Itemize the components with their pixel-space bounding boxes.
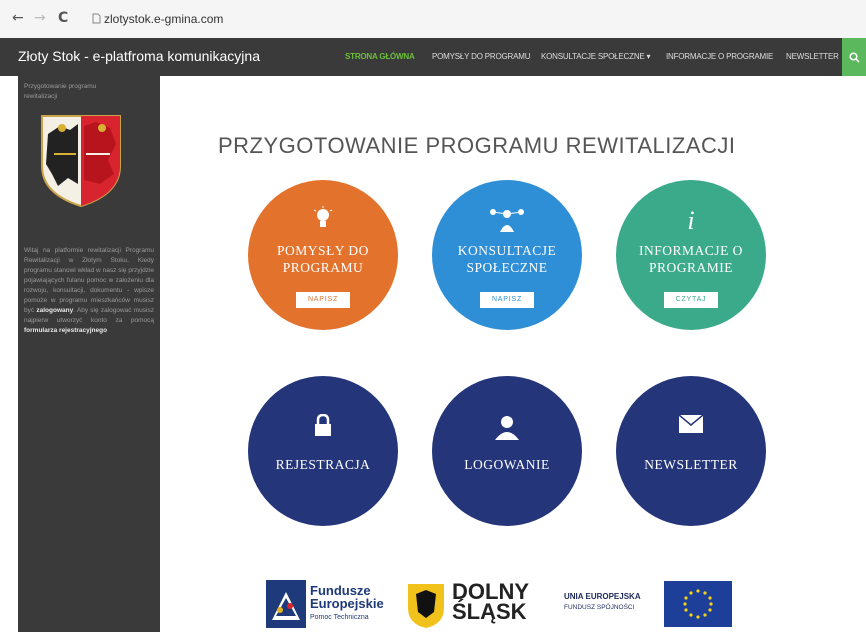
tile-consultations[interactable]: KONSULTACJE SPOŁECZNE NAPISZ — [432, 180, 582, 330]
site-title[interactable]: Złoty Stok - e-platfroma komunikacyjna — [18, 48, 260, 64]
registration-form-link[interactable]: formularza rejestracyjnego — [24, 327, 107, 334]
tile-ideas-button[interactable]: NAPISZ — [296, 292, 350, 308]
tile-program-info-label: INFORMACJE O PROGRAMIE — [639, 243, 743, 275]
main-content: PRZYGOTOWANIE PROGRAMU REWITALIZACJI POM… — [160, 76, 866, 632]
page-title: PRZYGOTOWANIE PROGRAMU REWITALIZACJI — [218, 133, 736, 158]
menu-item-newsletter[interactable]: NEWSLETTER — [786, 52, 839, 61]
sidebar-description: Witaj na platformie rewitalizacji Progra… — [24, 246, 154, 336]
lightbulb-icon — [248, 206, 398, 238]
tile-registration[interactable]: REJESTRACJA — [248, 376, 398, 526]
menu-item-ideas[interactable]: POMYSŁY DO PROGRAMU — [432, 52, 530, 61]
sidebar: Przygotowanie programu rewitalizacji Wit… — [18, 76, 160, 632]
top-navigation: Złoty Stok - e-platfroma komunikacyjna S… — [0, 38, 866, 76]
tile-newsletter-label: NEWSLETTER — [644, 457, 738, 472]
eu-stars-icon — [683, 589, 713, 619]
eu-funds-subtitle: Pomoc Techniczna — [310, 614, 369, 621]
sidebar-subtitle: Przygotowanie programu rewitalizacji — [24, 83, 97, 100]
url-text: zlotystok.e-gmina.com — [104, 12, 224, 26]
sidebar-description-text: Witaj na platformie rewitalizacji Progra… — [24, 247, 154, 314]
page-icon — [92, 13, 101, 24]
eu-funds-logo — [266, 580, 306, 628]
eu-label: UNIA EUROPEJSKA — [564, 592, 641, 601]
eu-flag — [664, 581, 732, 627]
lower-silesia-text: DOLNY ŚLĄSK — [452, 581, 529, 624]
lock-icon — [248, 413, 398, 442]
search-button[interactable] — [842, 38, 866, 76]
address-bar[interactable]: zlotystok.e-gmina.com — [92, 12, 223, 26]
menu-item-home[interactable]: STRONA GŁÓWNA — [345, 52, 415, 61]
menu-item-program-info[interactable]: INFORMACJE O PROGRAMIE — [666, 52, 773, 61]
footer-logos: Fundusze Europejskie Pomoc Techniczna DOL… — [160, 576, 866, 632]
info-icon: i — [687, 206, 695, 235]
reload-icon[interactable]: C — [58, 10, 68, 26]
tile-registration-label: REJESTRACJA — [275, 457, 371, 472]
back-icon[interactable]: ← — [12, 10, 24, 26]
tile-ideas[interactable]: POMYSŁY DO PROGRAMU NAPISZ — [248, 180, 398, 330]
tile-login-label: LOGOWANIE — [464, 457, 550, 472]
forward-icon[interactable]: → — [34, 10, 46, 26]
logged-in-text: zalogowany — [36, 307, 74, 314]
tile-consultations-label: KONSULTACJE SPOŁECZNE — [457, 243, 557, 275]
eu-funds-text: Fundusze Europejskie — [310, 584, 384, 610]
envelope-icon — [616, 414, 766, 439]
search-icon — [848, 52, 860, 63]
tile-program-info[interactable]: i INFORMACJE O PROGRAMIE CZYTAJ — [616, 180, 766, 330]
tile-consultations-button[interactable]: NAPISZ — [480, 292, 534, 308]
tile-newsletter[interactable]: NEWSLETTER — [616, 376, 766, 526]
lower-silesia-line2: ŚLĄSK — [452, 599, 527, 624]
menu-item-consultations[interactable]: KONSULTACJE SPOŁECZNE ▾ — [541, 52, 651, 61]
coat-of-arms — [41, 115, 121, 208]
eu-funds-line2: Europejskie — [310, 596, 384, 611]
tile-ideas-label: POMYSŁY DO PROGRAMU — [277, 243, 369, 275]
lower-silesia-crest — [408, 584, 444, 628]
user-icon — [432, 414, 582, 446]
browser-toolbar: ← → C zlotystok.e-gmina.com — [0, 0, 866, 38]
tile-login[interactable]: LOGOWANIE — [432, 376, 582, 526]
people-network-icon — [432, 206, 582, 240]
cohesion-fund-label: FUNDUSZ SPÓJNOŚCI — [564, 604, 635, 611]
tile-program-info-button[interactable]: CZYTAJ — [664, 292, 718, 308]
